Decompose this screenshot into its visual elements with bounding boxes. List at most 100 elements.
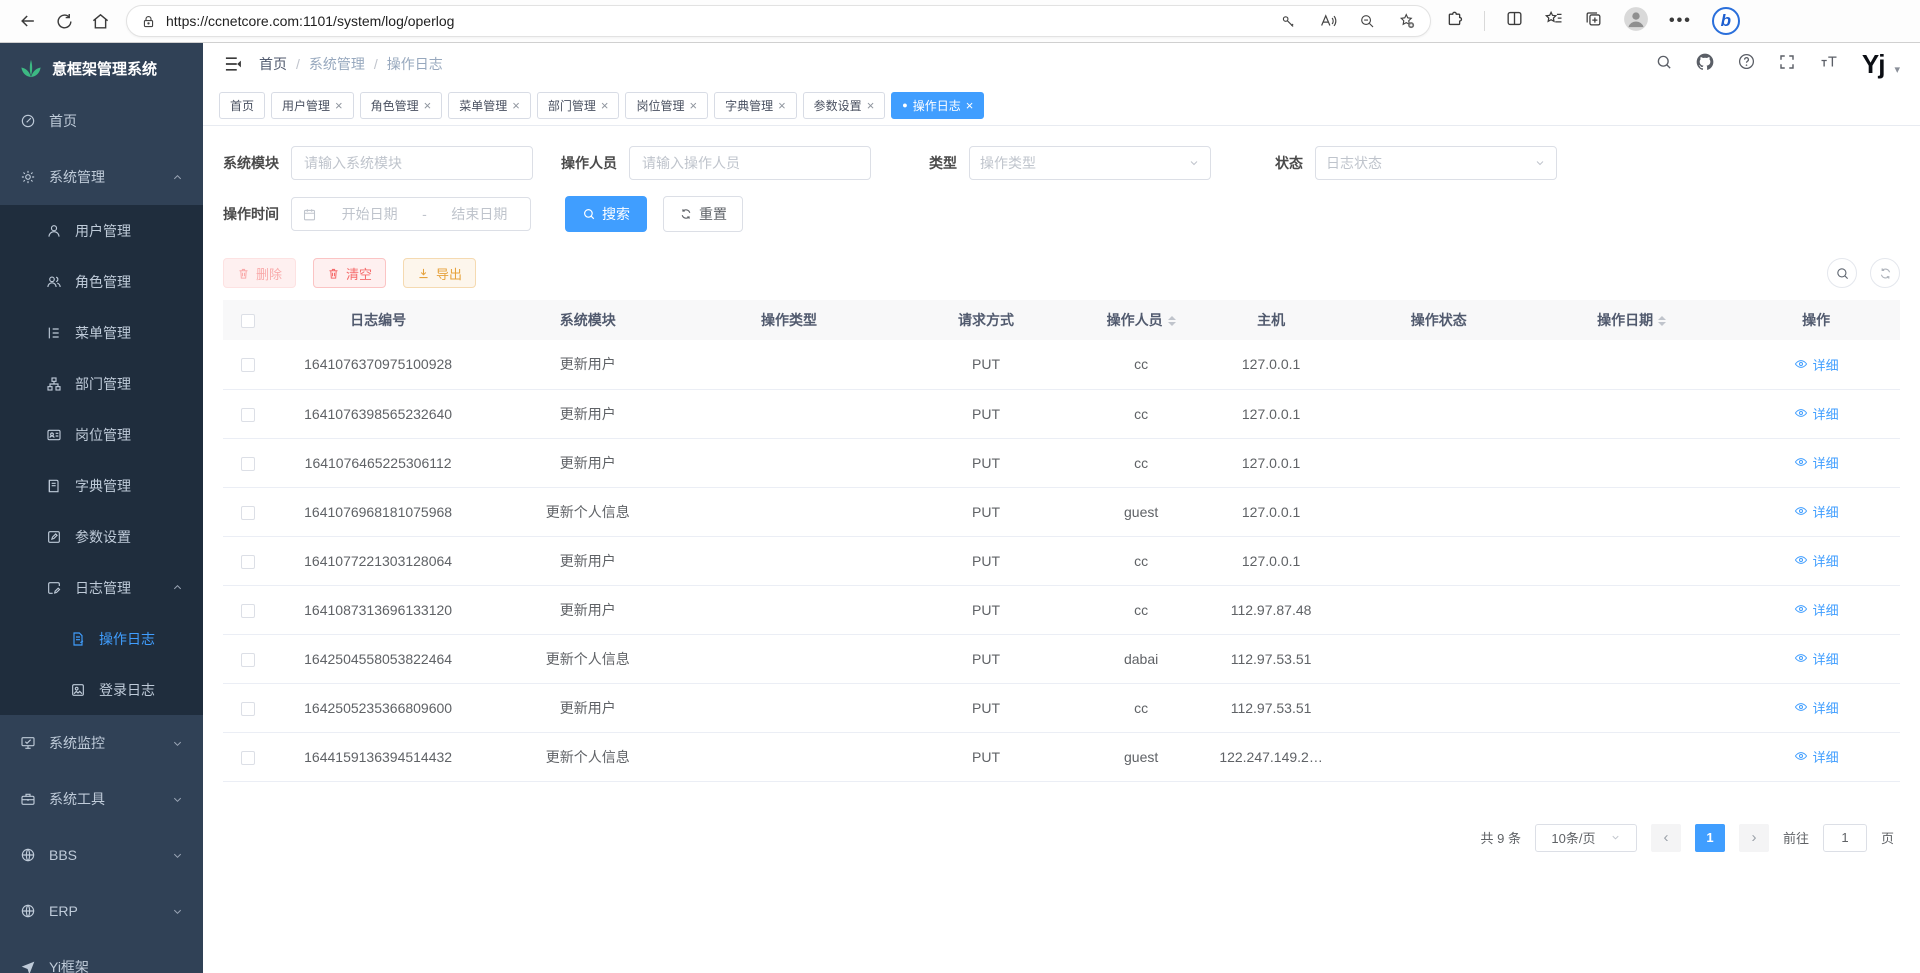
row-checkbox[interactable]: [241, 457, 255, 471]
sidebar-item-menu-mgmt[interactable]: 菜单管理: [0, 307, 203, 358]
export-button[interactable]: 导出: [403, 258, 476, 288]
sidebar-fold-icon[interactable]: [223, 54, 243, 74]
tab-close-icon[interactable]: ×: [335, 98, 343, 113]
url-text[interactable]: https://ccnetcore.com:1101/system/log/op…: [166, 13, 1258, 29]
detail-link[interactable]: 详细: [1794, 355, 1839, 374]
detail-link[interactable]: 详细: [1794, 502, 1839, 521]
tab-close-icon[interactable]: ×: [512, 98, 520, 113]
delete-button[interactable]: 删除: [223, 258, 296, 288]
select-all-checkbox[interactable]: [241, 314, 255, 328]
favorites-icon[interactable]: [1544, 9, 1564, 34]
column-operator[interactable]: 操作人员: [1087, 300, 1196, 340]
read-aloud-icon[interactable]: [1319, 12, 1337, 30]
sidebar-item-dict-mgmt[interactable]: 字典管理: [0, 460, 203, 511]
sidebar-item-role-mgmt[interactable]: 角色管理: [0, 256, 203, 307]
extensions-icon[interactable]: [1445, 9, 1464, 33]
help-icon[interactable]: [1737, 52, 1756, 76]
type-filter-select[interactable]: 操作类型: [969, 146, 1211, 180]
sidebar-item-operation-log[interactable]: 操作日志: [0, 613, 203, 664]
detail-link[interactable]: 详细: [1794, 453, 1839, 472]
next-page-button[interactable]: ›: [1739, 824, 1769, 852]
lock-icon[interactable]: [141, 14, 156, 29]
row-checkbox[interactable]: [241, 653, 255, 667]
row-checkbox[interactable]: [241, 358, 255, 372]
sidebar-item-post-mgmt[interactable]: 岗位管理: [0, 409, 203, 460]
detail-link[interactable]: 详细: [1794, 551, 1839, 570]
bing-chat-icon[interactable]: b: [1712, 7, 1740, 35]
detail-link[interactable]: 详细: [1794, 600, 1839, 619]
sidebar-item-log-mgmt[interactable]: 日志管理: [0, 562, 203, 613]
current-page-button[interactable]: 1: [1695, 824, 1725, 852]
reset-button[interactable]: 重置: [663, 196, 743, 232]
tab-close-icon[interactable]: ×: [867, 98, 875, 113]
row-checkbox[interactable]: [241, 702, 255, 716]
tab[interactable]: ● 角色管理 ×: [360, 92, 443, 119]
text-size-icon[interactable]: [1818, 53, 1840, 76]
breadcrumb-home[interactable]: 首页: [259, 54, 287, 74]
tab[interactable]: ● 岗位管理 ×: [625, 92, 708, 119]
sidebar-item-monitor[interactable]: 系统监控: [0, 715, 203, 771]
sidebar-item-home[interactable]: 首页: [0, 93, 203, 149]
more-menu-icon[interactable]: •••: [1669, 12, 1692, 30]
sidebar-item-tools[interactable]: 系统工具: [0, 771, 203, 827]
split-screen-icon[interactable]: [1505, 9, 1524, 33]
sidebar-item-system[interactable]: 系统管理: [0, 149, 203, 205]
tab-close-icon[interactable]: ×: [601, 98, 609, 113]
page-size-select[interactable]: 10条/页: [1535, 824, 1637, 852]
sidebar-item-user-mgmt[interactable]: 用户管理: [0, 205, 203, 256]
zoom-out-icon[interactable]: [1359, 13, 1376, 30]
back-icon[interactable]: [10, 4, 46, 38]
detail-link[interactable]: 详细: [1794, 404, 1839, 423]
tab[interactable]: ● 字典管理 ×: [714, 92, 797, 119]
search-button[interactable]: 搜索: [565, 196, 647, 232]
detail-link[interactable]: 详细: [1794, 649, 1839, 668]
row-checkbox[interactable]: [241, 506, 255, 520]
tab-close-icon[interactable]: ×: [424, 98, 432, 113]
tab[interactable]: ● 部门管理 ×: [537, 92, 620, 119]
row-checkbox[interactable]: [241, 751, 255, 765]
tab[interactable]: ● 菜单管理 ×: [448, 92, 531, 119]
row-checkbox[interactable]: [241, 604, 255, 618]
column-date[interactable]: 操作日期: [1531, 300, 1732, 340]
sidebar-item-param-settings[interactable]: 参数设置: [0, 511, 203, 562]
detail-link[interactable]: 详细: [1794, 698, 1839, 717]
github-icon[interactable]: [1695, 52, 1715, 77]
table-refresh-icon[interactable]: [1870, 258, 1900, 288]
fullscreen-icon[interactable]: [1778, 53, 1796, 76]
sidebar-item-erp[interactable]: ERP: [0, 883, 203, 939]
operator-filter-input[interactable]: [629, 146, 871, 180]
table-search-icon[interactable]: [1827, 258, 1857, 288]
tab[interactable]: ● 操作日志 ×: [891, 92, 984, 119]
yj-logo[interactable]: Yj: [1862, 51, 1885, 77]
sort-icons[interactable]: [1658, 312, 1666, 330]
tab-close-icon[interactable]: ×: [778, 98, 786, 113]
row-checkbox[interactable]: [241, 408, 255, 422]
module-filter-input[interactable]: [291, 146, 533, 180]
breadcrumb-system[interactable]: 系统管理: [309, 54, 365, 74]
prev-page-button[interactable]: ‹: [1651, 824, 1681, 852]
sidebar-item-yi-framework[interactable]: Yi框架: [0, 939, 203, 973]
tab-close-icon[interactable]: ×: [689, 98, 697, 113]
tab[interactable]: ● 参数设置 ×: [803, 92, 886, 119]
tab[interactable]: ● 首页: [219, 92, 265, 119]
tab[interactable]: ● 用户管理 ×: [271, 92, 354, 119]
sidebar-item-login-log[interactable]: 登录日志: [0, 664, 203, 715]
collections-icon[interactable]: [1584, 9, 1603, 33]
goto-page-input[interactable]: [1823, 824, 1867, 852]
detail-link[interactable]: 详细: [1794, 747, 1839, 766]
status-filter-select[interactable]: 日志状态: [1315, 146, 1557, 180]
clear-button[interactable]: 清空: [313, 258, 386, 288]
address-bar[interactable]: https://ccnetcore.com:1101/system/log/op…: [126, 5, 1431, 37]
sidebar-item-bbs[interactable]: BBS: [0, 827, 203, 883]
row-checkbox[interactable]: [241, 555, 255, 569]
home-icon[interactable]: [82, 4, 118, 38]
refresh-icon[interactable]: [46, 4, 82, 38]
profile-avatar[interactable]: [1623, 6, 1649, 37]
search-icon[interactable]: [1655, 53, 1673, 76]
favorite-add-icon[interactable]: [1398, 12, 1416, 30]
sort-icons[interactable]: [1168, 312, 1176, 330]
date-range-input[interactable]: 开始日期 - 结束日期: [291, 197, 531, 231]
caret-down-icon[interactable]: ▾: [1894, 63, 1900, 76]
sidebar-item-dept-mgmt[interactable]: 部门管理: [0, 358, 203, 409]
password-key-icon[interactable]: [1280, 13, 1297, 30]
